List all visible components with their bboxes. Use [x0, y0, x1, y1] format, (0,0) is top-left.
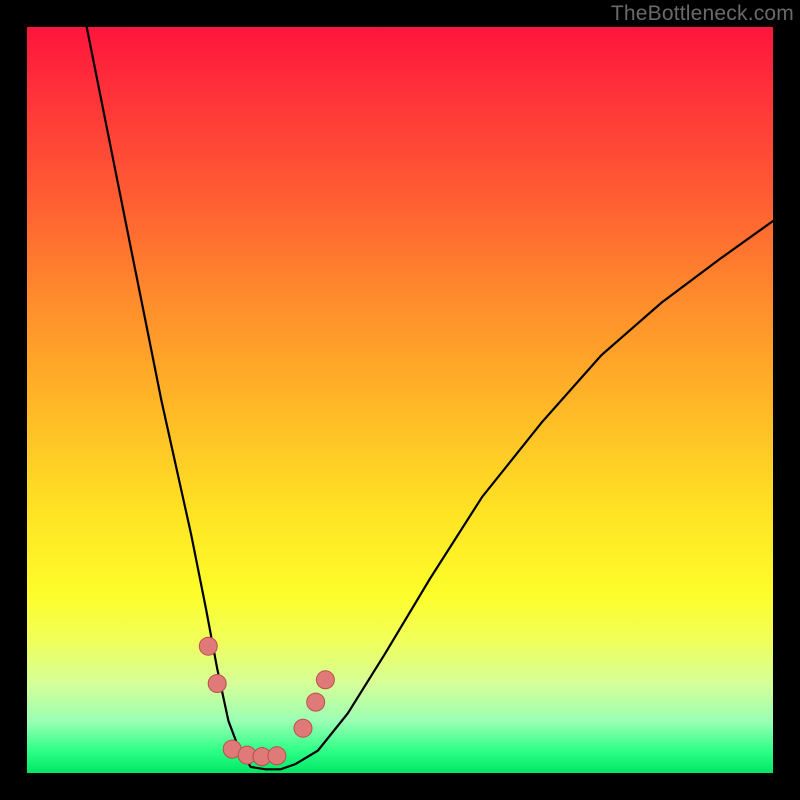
chart-plot-area — [27, 27, 773, 773]
bottleneck-curve — [87, 27, 773, 769]
chart-svg — [27, 27, 773, 773]
curve-marker — [208, 675, 226, 693]
curve-marker — [316, 671, 334, 689]
curve-marker — [307, 693, 325, 711]
curve-markers — [199, 637, 334, 765]
curve-marker — [268, 747, 286, 765]
curve-marker — [294, 719, 312, 737]
curve-marker — [199, 637, 217, 655]
chart-frame: TheBottleneck.com — [0, 0, 800, 800]
watermark-text: TheBottleneck.com — [611, 2, 794, 26]
